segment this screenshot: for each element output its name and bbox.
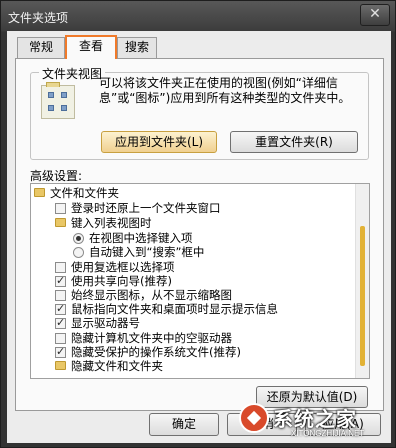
folder-icon	[55, 218, 66, 227]
vertical-scrollbar[interactable]	[355, 184, 369, 378]
restore-defaults-button[interactable]: 还原为默认值(D)	[256, 386, 368, 408]
folder-icon	[34, 188, 45, 197]
folder-icon	[55, 361, 66, 370]
view-tab-panel: 文件夹视图 可以将该文件夹正在使用的视图(例如“详细信息”或“图标”)应用到所有…	[15, 58, 384, 411]
title-bar[interactable]: 文件夹选项 ✕	[1, 1, 396, 31]
checkbox[interactable]	[55, 203, 66, 214]
folder-options-dialog: 文件夹选项 ✕ 常规 查看 搜索 文件夹视图 可以将该文件夹正在使用的视图(例如…	[0, 0, 396, 448]
reset-folders-button[interactable]: 重置文件夹(R)	[230, 131, 358, 153]
checkbox[interactable]	[55, 262, 66, 273]
folder-views-legend: 文件夹视图	[39, 65, 106, 82]
tab-search[interactable]: 搜索	[117, 37, 157, 58]
folder-views-description: 可以将该文件夹正在使用的视图(例如“详细信息”或“图标”)应用到所有这种类型的文…	[99, 76, 351, 105]
ok-button[interactable]: 确定	[149, 413, 219, 436]
dialog-body: 常规 查看 搜索 文件夹视图 可以将该文件夹正在使用的视图(例如“详细信息”或“…	[7, 31, 391, 443]
close-icon: ✕	[369, 6, 381, 22]
checkbox[interactable]	[55, 302, 66, 315]
window-title: 文件夹选项	[8, 11, 69, 25]
cancel-button[interactable]: 取消	[227, 413, 297, 436]
folder-view-icon	[41, 82, 75, 119]
scrollbar-thumb[interactable]	[360, 226, 365, 366]
close-button[interactable]: ✕	[360, 4, 390, 26]
apply-button[interactable]: 应用(A)	[305, 413, 381, 436]
radio-button[interactable]	[73, 247, 84, 258]
radio-button[interactable]	[73, 233, 84, 244]
checkbox[interactable]	[55, 345, 66, 358]
checkbox[interactable]	[55, 333, 66, 344]
advanced-settings-list[interactable]: 文件和文件夹 登录时还原上一个文件夹窗口 键入列表视图时 在视图中选择键入项 自…	[30, 183, 370, 379]
advanced-settings-label: 高级设置:	[30, 169, 83, 183]
apply-to-folders-button[interactable]: 应用到文件夹(L)	[101, 131, 217, 153]
checkbox[interactable]	[55, 316, 66, 329]
folder-views-group: 文件夹视图 可以将该文件夹正在使用的视图(例如“详细信息”或“图标”)应用到所有…	[30, 65, 369, 160]
tab-general[interactable]: 常规	[17, 37, 65, 58]
checkbox[interactable]	[55, 274, 66, 287]
checkbox[interactable]	[55, 290, 66, 301]
tab-view[interactable]: 查看	[65, 35, 117, 59]
